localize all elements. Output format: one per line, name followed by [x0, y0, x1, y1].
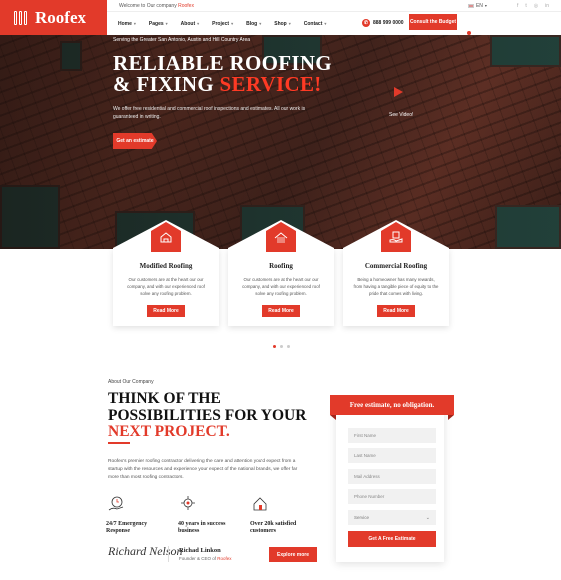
feature-customers: Over 20k satisfied customers — [250, 495, 310, 535]
chevron-down-icon: ▾ — [165, 21, 168, 26]
phone-icon: ✆ — [362, 19, 370, 27]
pager-dot[interactable] — [287, 345, 290, 348]
service-title: Roofing — [269, 262, 293, 270]
read-more-button[interactable]: Read More — [377, 305, 415, 317]
pager-dot[interactable] — [280, 345, 283, 348]
get-free-estimate-button[interactable]: Get A Free Estimate — [348, 531, 436, 547]
about-paragraph: Roofex's premier roofing contractor deli… — [108, 459, 298, 480]
welcome-text: Welcome to Our company Roofex — [119, 2, 194, 9]
service-select[interactable]: Service ⌄ — [348, 510, 436, 525]
service-text: Our customers are at the heart our our c… — [242, 277, 320, 296]
form-title: Free estimate, no obligation. — [330, 395, 454, 415]
service-title: Modified Roofing — [139, 262, 193, 270]
chevron-down-icon: ▾ — [259, 21, 262, 26]
nav-item-about[interactable]: About ▾ — [181, 21, 199, 27]
nav-item-pages[interactable]: Pages ▾ — [149, 21, 168, 27]
ribbon-fold — [448, 415, 454, 420]
phone-number[interactable]: ✆ 888 999 0000 — [362, 19, 404, 27]
phone-field[interactable] — [348, 489, 436, 504]
owner-signature: Richard Nelson — [108, 544, 183, 558]
facebook-icon[interactable]: f — [517, 3, 518, 9]
service-text: Being a homeowner has many rewards, from… — [353, 277, 439, 296]
first-name-field[interactable] — [348, 428, 436, 443]
chevron-down-icon: ▾ — [324, 21, 327, 26]
service-card-commercial-roofing: Commercial Roofing Being a homeowner has… — [343, 220, 449, 326]
chevron-down-icon: ⌄ — [425, 514, 430, 521]
us-flag-icon — [467, 3, 474, 8]
about-label: About Our Company — [108, 379, 154, 385]
service-card-modified-roofing: Modified Roofing Our customers are at th… — [113, 220, 219, 326]
hero-headline: RELIABLE ROOFING & FIXING SERVICE! — [113, 51, 332, 96]
ribbon-fold — [330, 415, 336, 420]
chevron-down-icon: ▾ — [133, 21, 136, 26]
twitter-icon[interactable]: t — [525, 3, 526, 9]
carousel-pager — [273, 345, 290, 348]
service-title: Commercial Roofing — [364, 262, 428, 270]
hero-tagline: Serving the Greater San Antonio, Austin … — [113, 37, 251, 43]
read-more-button[interactable]: Read More — [147, 305, 185, 317]
chevron-down-icon: ▾ — [288, 21, 291, 26]
chevron-down-icon: ▾ — [231, 21, 234, 26]
get-estimate-button[interactable]: Get an estimate — [113, 133, 157, 149]
welcome-brand: Roofex — [178, 2, 194, 9]
linkedin-icon[interactable]: in — [545, 3, 549, 9]
house-people-icon — [253, 497, 267, 511]
top-strip: Welcome to Our company Roofex EN ▾ f t ◎… — [107, 0, 561, 12]
feature-emergency: 24/7 Emergency Response — [106, 495, 166, 535]
explore-more-button[interactable]: Explore more — [269, 547, 317, 562]
read-more-button[interactable]: Read More — [262, 305, 300, 317]
about-heading: THINK OF THE POSSIBILITIES FOR YOUR NEXT… — [108, 390, 307, 440]
last-name-field[interactable] — [348, 448, 436, 463]
owner-name: Richad Linkon — [179, 547, 221, 554]
brand-logo[interactable]: Roofex — [0, 0, 107, 35]
language-selector[interactable]: EN ▾ — [467, 3, 487, 9]
main-nav: Home ▾ Pages ▾ About ▾ Project ▾ Blog ▾ Shop ▾… — [107, 12, 561, 35]
nav-item-project[interactable]: Project ▾ — [212, 21, 233, 27]
brand-name: Roofex — [35, 7, 86, 27]
see-video-link[interactable]: See Video! — [389, 112, 413, 118]
service-card-roofing: Roofing Our customers are at the heart o… — [228, 220, 334, 326]
roof-logo-icon — [14, 10, 29, 25]
chevron-down-icon: ▾ — [197, 21, 200, 26]
nav-item-home[interactable]: Home ▾ — [118, 21, 136, 27]
chevron-down-icon: ▾ — [484, 3, 487, 8]
pager-dot[interactable] — [273, 345, 276, 348]
owner-role: Founder & CEO of Roofex — [179, 556, 232, 561]
gear-award-icon — [181, 496, 195, 510]
nav-item-blog[interactable]: Blog ▾ — [246, 21, 261, 27]
heading-underline — [108, 442, 130, 444]
divider — [168, 546, 169, 562]
service-text: Our customers are at the heart our our c… — [127, 277, 205, 296]
globe-icon[interactable]: ◎ — [534, 3, 538, 9]
consult-budget-button[interactable]: Consult the Budget — [409, 14, 457, 30]
email-field[interactable] — [348, 469, 436, 484]
hero-description: We offer free residential and commercial… — [113, 106, 306, 120]
play-icon[interactable] — [394, 87, 403, 97]
social-links: f t ◎ in — [517, 3, 549, 9]
feature-years: 40 years in success business — [178, 495, 238, 535]
nav-item-contact[interactable]: Contact ▾ — [304, 21, 327, 27]
clock-hand-icon — [108, 496, 124, 511]
nav-item-shop[interactable]: Shop ▾ — [274, 21, 291, 27]
